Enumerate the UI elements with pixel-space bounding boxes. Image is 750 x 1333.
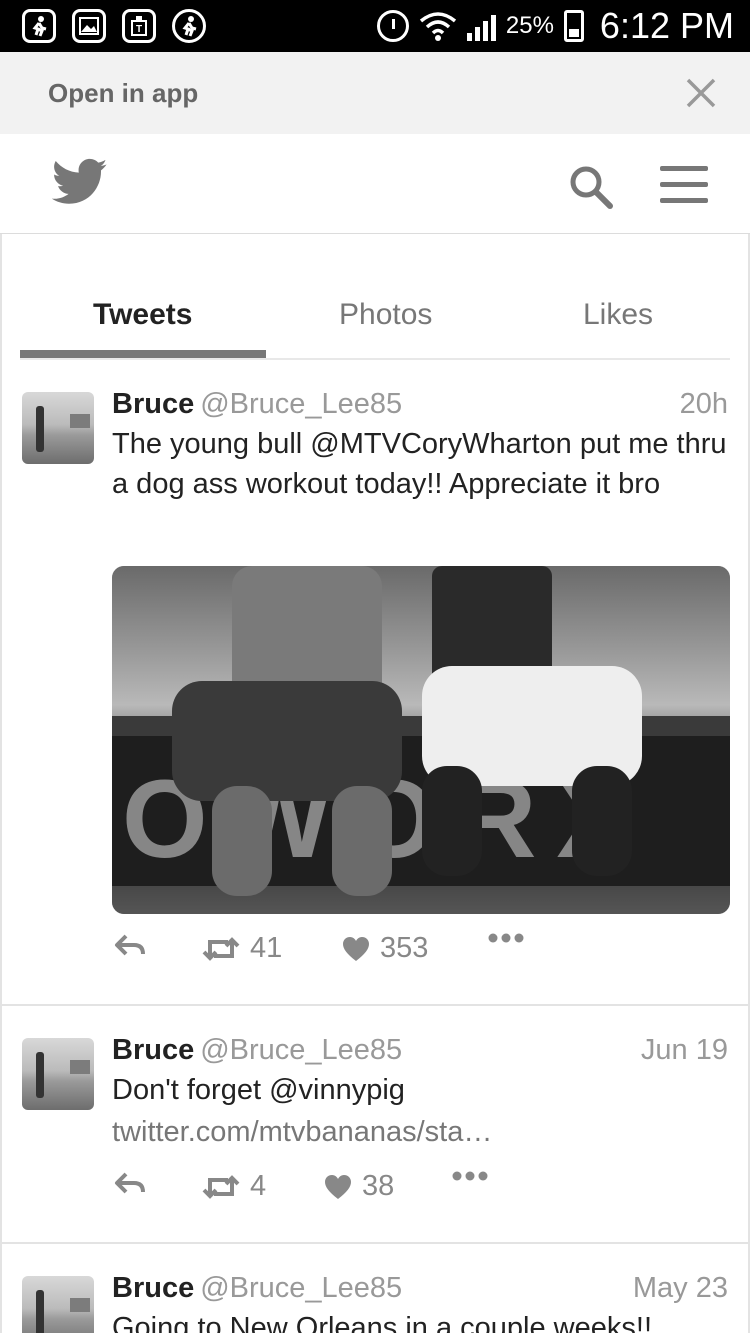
app-header: [0, 134, 750, 234]
heart-icon: [325, 1174, 351, 1199]
tab-likes[interactable]: Likes: [583, 298, 653, 332]
avatar[interactable]: [22, 392, 94, 464]
battery-percent: 25%: [505, 12, 554, 39]
tweet-actions: 41 353: [112, 932, 712, 972]
author-name: Bruce: [112, 1272, 195, 1304]
reply-icon: [115, 934, 145, 956]
signal-icon: [466, 11, 496, 41]
tweet-time[interactable]: Jun 19: [641, 1034, 728, 1067]
tweet-author[interactable]: Bruce @Bruce_Lee85: [112, 1272, 402, 1305]
tweet-time[interactable]: 20h: [680, 388, 728, 421]
author-handle: @Bruce_Lee85: [200, 388, 403, 420]
like-count: 38: [362, 1170, 395, 1202]
battery-icon: [563, 10, 584, 42]
reply-button[interactable]: [114, 1170, 146, 1196]
tweet-text: Going to New Orleans in a couple weeks!!: [112, 1312, 652, 1333]
open-in-app-link[interactable]: Open in app: [48, 78, 198, 109]
menu-icon[interactable]: [660, 164, 708, 204]
author-handle: @Bruce_Lee85: [200, 1272, 403, 1304]
tweet-author[interactable]: Bruce @Bruce_Lee85: [112, 1034, 402, 1067]
more-button[interactable]: [452, 1170, 488, 1182]
reply-button[interactable]: [114, 932, 146, 958]
wifi-icon: [419, 12, 456, 41]
tweet-time[interactable]: May 23: [633, 1272, 728, 1305]
author-handle: @Bruce_Lee85: [200, 1034, 403, 1066]
tab-photos[interactable]: Photos: [339, 298, 432, 332]
running-app-icon: [22, 9, 56, 43]
avatar[interactable]: [22, 1276, 94, 1333]
reply-icon: [115, 1172, 145, 1194]
like-button[interactable]: 353: [342, 932, 428, 965]
heart-icon: [343, 936, 369, 961]
retweet-icon: [202, 1174, 240, 1199]
retweet-icon: [202, 936, 240, 961]
tweet-actions: 4 38: [112, 1170, 712, 1210]
author-name: Bruce: [112, 388, 195, 420]
like-count: 353: [380, 932, 429, 964]
profile-tabs: Tweets Photos Likes: [20, 278, 730, 360]
close-icon[interactable]: [684, 76, 718, 110]
avatar[interactable]: [22, 1038, 94, 1110]
tmobile-app-icon: T: [122, 9, 156, 43]
more-button[interactable]: [488, 932, 524, 944]
twitter-bird-icon[interactable]: [52, 158, 108, 206]
like-button[interactable]: 38: [324, 1170, 394, 1203]
gallery-icon: [72, 9, 106, 43]
search-icon[interactable]: [566, 162, 614, 210]
divider: [2, 1242, 748, 1244]
more-icon: [488, 933, 524, 943]
notification-icons: T: [22, 9, 206, 43]
status-bar: T 25% 6:12 PM: [0, 0, 750, 52]
retweet-count: 4: [250, 1170, 267, 1202]
alarm-icon: [376, 10, 409, 42]
author-name: Bruce: [112, 1034, 195, 1066]
tweet-author[interactable]: Bruce @Bruce_Lee85: [112, 388, 402, 421]
retweet-button[interactable]: 41: [202, 932, 282, 965]
retweet-count: 41: [250, 932, 283, 964]
active-tab-indicator: [20, 350, 266, 358]
retweet-button[interactable]: 4: [202, 1170, 266, 1203]
tweet-text: The young bull @MTVCoryWharton put me th…: [112, 428, 727, 500]
open-in-app-banner: Open in app: [0, 52, 750, 134]
tab-tweets[interactable]: Tweets: [93, 298, 192, 332]
tweet-text: Don't forget @vinnypig: [112, 1074, 405, 1106]
more-icon: [452, 1171, 488, 1181]
svg-text:T: T: [136, 24, 142, 35]
divider: [2, 1004, 748, 1006]
tweet-link[interactable]: twitter.com/mtvbananas/sta…: [112, 1116, 492, 1149]
clock: 6:12 PM: [599, 5, 734, 46]
system-status: 25% 6:12 PM: [376, 4, 734, 48]
fitness-app-icon: [172, 9, 206, 43]
tweet-photo[interactable]: OWORX: [112, 566, 730, 914]
